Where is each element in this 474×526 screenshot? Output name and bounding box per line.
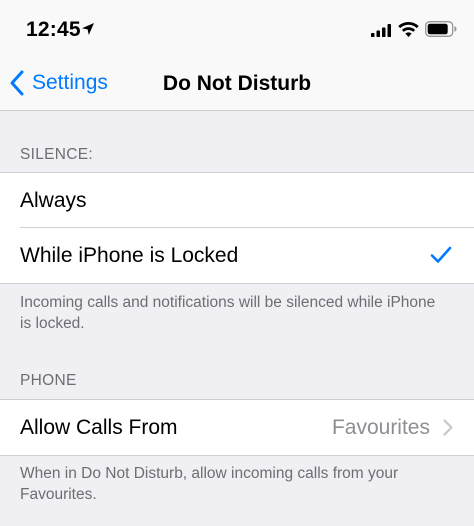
phone-options-group: Allow Calls From Favourites [0,399,474,456]
silence-section-footer: Incoming calls and notifications will be… [20,294,436,332]
battery-icon [425,21,457,37]
location-arrow-icon [82,23,94,35]
wifi-icon [398,21,419,37]
allow-calls-from-label: Allow Calls From [20,415,178,439]
cellular-signal-icon [371,24,391,37]
status-time: 12:45 [26,18,81,41]
status-bar: 12:45 [0,0,474,58]
silence-option-label: Always [20,188,87,212]
do-not-disturb-screen: 12:45 Settings Do Not Disturb SILENCE: A… [0,0,474,526]
chevron-right-icon [443,419,453,436]
silence-options-group: Always While iPhone is Locked [0,172,474,284]
navigation-bar: Settings Do Not Disturb [0,58,474,110]
silence-option-label: While iPhone is Locked [20,243,239,267]
phone-section-footer: When in Do Not Disturb, allow incoming c… [20,465,399,503]
allow-calls-from-row[interactable]: Allow Calls From Favourites [0,400,474,455]
silence-section-header: SILENCE: [20,146,94,163]
silence-option-while-locked[interactable]: While iPhone is Locked [0,228,474,283]
silence-option-always[interactable]: Always [0,173,474,228]
page-title: Do Not Disturb [162,72,312,95]
phone-section-header: PHONE [20,372,77,389]
allow-calls-from-value: Favourites [331,415,430,439]
header-area: 12:45 Settings Do Not Disturb [0,0,474,111]
checkmark-icon [430,246,452,263]
